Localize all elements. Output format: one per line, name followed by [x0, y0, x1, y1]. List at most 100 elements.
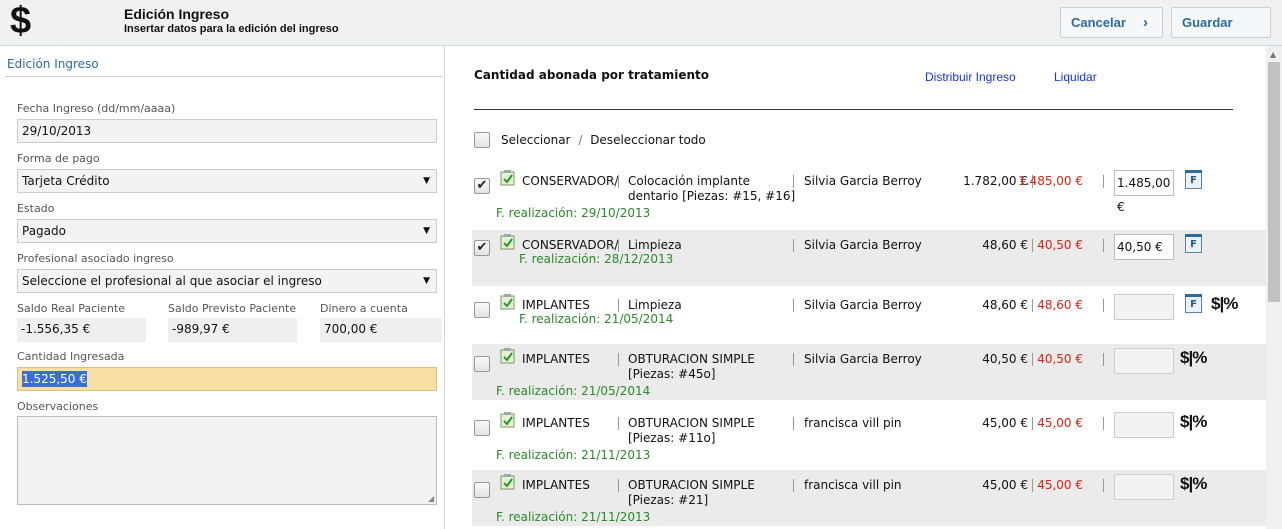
realization-date: F. realización: 21/11/2013	[496, 510, 651, 524]
pending-amount: 1.485,00 €	[1018, 174, 1083, 188]
category-label: CONSERVADOR/	[522, 238, 619, 252]
edit-form-panel: Edición Ingreso Fecha Ingreso (dd/mm/aaa…	[0, 46, 445, 529]
clipboard-check-icon	[500, 412, 515, 428]
divider	[474, 109, 1233, 110]
column-divider	[618, 417, 619, 430]
row-checkbox[interactable]: ✔	[474, 178, 490, 194]
clipboard-check-icon	[500, 234, 515, 250]
estado-label: Estado	[17, 202, 55, 215]
column-divider	[1103, 479, 1104, 492]
saldo-previsto-label: Saldo Previsto Paciente	[168, 302, 297, 315]
discount-icon[interactable]: $|%	[1211, 294, 1238, 314]
dollar-icon: $	[10, 0, 32, 42]
treatment-row: IMPLANTES Limpieza Silvia Garcia Berroy 48,…	[472, 290, 1266, 346]
saldo-real-label: Saldo Real Paciente	[17, 302, 126, 315]
treatment-name: OBTURACION SIMPLE	[628, 352, 755, 366]
column-divider	[1032, 417, 1033, 430]
row-checkbox[interactable]	[474, 420, 490, 436]
row-checkbox[interactable]	[474, 302, 490, 318]
column-divider	[793, 353, 794, 366]
treatment-name: OBTURACION SIMPLE	[628, 478, 755, 492]
amount-input[interactable]	[1114, 348, 1174, 374]
chevron-right-icon: ›	[1143, 14, 1148, 31]
row-checkbox[interactable]	[474, 356, 490, 372]
column-divider	[793, 239, 794, 252]
realization-date: F. realización: 21/11/2013	[496, 448, 651, 462]
saldo-previsto-value: -989,97 €	[168, 318, 297, 342]
treatment-name: OBTURACION SIMPLE	[628, 416, 755, 430]
fecha-label: Fecha Ingreso (dd/mm/aaaa)	[17, 102, 176, 115]
column-divider	[618, 239, 619, 252]
discount-icon[interactable]: $|%	[1180, 348, 1207, 368]
realization-date: F. realización: 29/10/2013	[496, 206, 651, 220]
scroll-up-icon[interactable]: ▲	[1270, 50, 1276, 59]
page-subtitle: Insertar datos para la edición del ingre…	[124, 23, 339, 35]
scrollbar-thumb[interactable]	[1268, 62, 1280, 302]
column-divider	[1103, 353, 1104, 366]
dinero-cuenta-value: 700,00 €	[320, 318, 442, 342]
column-divider	[618, 299, 619, 312]
amount-input[interactable]	[1114, 412, 1174, 438]
total-amount: 40,50 €	[982, 352, 1028, 366]
column-divider	[1103, 417, 1104, 430]
professional-name: Silvia Garcia Berroy	[804, 174, 922, 188]
save-button[interactable]: Guardar	[1171, 7, 1271, 38]
amount-input[interactable]: 1.485,00 €	[1114, 170, 1174, 214]
profesional-select[interactable]: Seleccione el profesional al que asociar…	[17, 269, 437, 293]
category-label: IMPLANTES	[522, 478, 590, 492]
column-divider	[1103, 299, 1104, 312]
clipboard-check-icon	[500, 474, 515, 490]
forma-pago-select[interactable]: Tarjeta Crédito ▼	[17, 169, 437, 193]
row-checkbox[interactable]	[474, 482, 490, 498]
column-divider	[1032, 479, 1033, 492]
category-label: IMPLANTES	[522, 298, 590, 312]
amount-input[interactable]	[1114, 474, 1174, 500]
treatment-name: Limpieza	[628, 298, 682, 312]
invoice-icon[interactable]: F	[1185, 170, 1202, 189]
discount-icon[interactable]: $|%	[1180, 474, 1207, 494]
deseleccionar-link[interactable]: Deseleccionar todo	[590, 133, 706, 147]
column-divider	[793, 175, 794, 188]
amount-input[interactable]	[1114, 294, 1174, 320]
invoice-icon[interactable]: F	[1185, 234, 1202, 253]
invoice-icon[interactable]: F	[1185, 294, 1202, 313]
pending-amount: 48,60 €	[1037, 298, 1083, 312]
saldo-real-value: -1.556,35 €	[17, 318, 146, 342]
forma-pago-label: Forma de pago	[17, 152, 100, 165]
pending-amount: 45,00 €	[1037, 416, 1083, 430]
pending-amount: 40,50 €	[1037, 238, 1083, 252]
resize-grip-icon[interactable]: ◢	[428, 494, 434, 503]
total-amount: 48,60 €	[982, 238, 1028, 252]
professional-name: francisca vill pin	[804, 478, 902, 492]
header-bar: $ Edición Ingreso Insertar datos para la…	[0, 0, 1282, 46]
treatment-detail: [Piezas: #11o]	[628, 431, 716, 445]
estado-select[interactable]: Pagado ▼	[17, 219, 437, 243]
dropdown-arrow-icon: ▼	[423, 226, 430, 236]
dropdown-arrow-icon: ▼	[423, 176, 430, 186]
treatment-detail: [Piezas: #21]	[628, 493, 709, 507]
cantidad-input[interactable]: 1.525,50 €	[17, 367, 437, 391]
column-divider	[618, 479, 619, 492]
page-title: Edición Ingreso	[124, 6, 230, 22]
observaciones-textarea[interactable]	[17, 416, 437, 505]
fecha-input[interactable]: 29/10/2013	[17, 119, 437, 143]
column-divider	[1032, 239, 1033, 252]
amount-input[interactable]: 40,50 €	[1114, 234, 1174, 260]
realization-date: F. realización: 21/05/2014	[519, 312, 674, 326]
column-divider	[1103, 175, 1104, 188]
distribuir-ingreso-link[interactable]: Distribuir Ingreso	[925, 70, 1016, 84]
clipboard-check-icon	[500, 294, 515, 310]
professional-name: francisca vill pin	[804, 416, 902, 430]
vertical-scrollbar[interactable]: ▲	[1266, 46, 1282, 529]
select-all-checkbox[interactable]	[474, 132, 490, 148]
liquidar-link[interactable]: Liquidar	[1054, 70, 1097, 84]
cancel-button[interactable]: Cancelar ›	[1060, 7, 1163, 38]
discount-icon[interactable]: $|%	[1180, 412, 1207, 432]
select-all-controls: Seleccionar / Deseleccionar todo	[501, 133, 706, 147]
realization-date: F. realización: 21/05/2014	[496, 384, 651, 398]
category-label: IMPLANTES	[522, 352, 590, 366]
column-divider	[1103, 239, 1104, 252]
profesional-label: Profesional asociado ingreso	[17, 252, 174, 265]
row-checkbox[interactable]: ✔	[474, 240, 490, 256]
seleccionar-link[interactable]: Seleccionar	[501, 133, 570, 147]
